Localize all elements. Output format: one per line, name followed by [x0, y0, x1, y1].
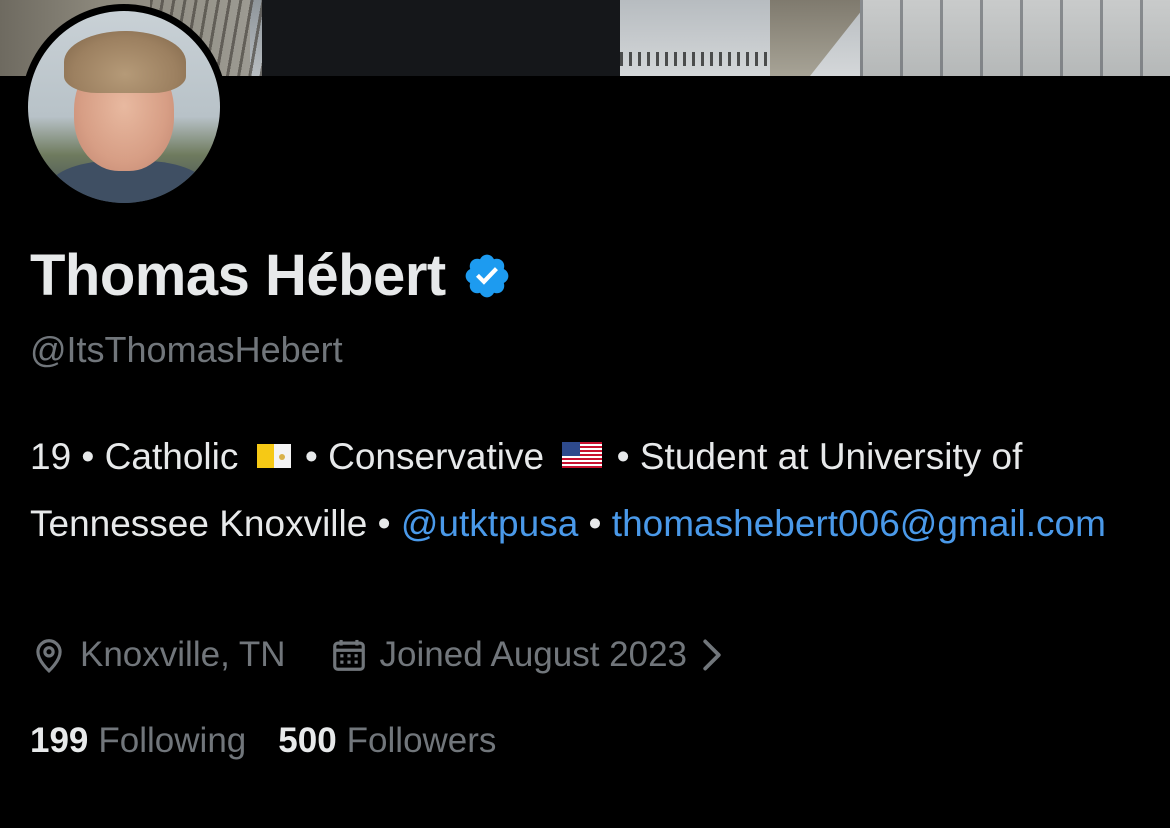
- location-text: Knoxville, TN: [80, 635, 286, 674]
- banner-railing: [860, 0, 1170, 76]
- avatar-photo: [28, 11, 220, 203]
- chevron-right-icon: [701, 638, 735, 672]
- following-stat[interactable]: 199 Following: [30, 721, 246, 761]
- bio-email-link[interactable]: thomashebert006@gmail.com: [612, 503, 1106, 544]
- profile-bio: 19 • Catholic • Conservative • Student a…: [30, 425, 1155, 555]
- banner-person: [262, 0, 620, 76]
- followers-stat[interactable]: 500 Followers: [278, 721, 496, 761]
- location-pin-icon: [36, 639, 62, 673]
- bio-text-1: 19 • Catholic: [30, 435, 249, 477]
- banner-people: [620, 52, 780, 66]
- calendar-icon: [332, 639, 365, 671]
- following-label: Following: [98, 721, 247, 760]
- bio-mention-link[interactable]: @utktpusa: [401, 503, 578, 544]
- profile-stats-row: 199 Following 500 Followers: [30, 716, 496, 766]
- display-name: Thomas Hébert: [30, 243, 446, 308]
- name-row: Thomas Hébert: [30, 240, 512, 312]
- joined-item[interactable]: Joined August 2023: [330, 635, 735, 675]
- avatar-hair: [64, 31, 186, 93]
- location-item: Knoxville, TN: [30, 635, 286, 675]
- bio-separator: •: [578, 503, 612, 544]
- bio-text-2: • Conservative: [294, 435, 555, 477]
- verified-badge-icon[interactable]: [462, 251, 512, 301]
- us-flag-icon: [562, 425, 603, 487]
- followers-count: 500: [278, 721, 337, 760]
- followers-label: Followers: [346, 721, 497, 760]
- user-handle: @ItsThomasHebert: [30, 329, 343, 370]
- following-count: 199: [30, 721, 89, 760]
- joined-text: Joined August 2023: [379, 635, 688, 674]
- profile-meta-row: Knoxville, TN Joined August 2023: [30, 630, 735, 680]
- vatican-flag-icon: [256, 425, 291, 487]
- avatar[interactable]: [21, 4, 227, 210]
